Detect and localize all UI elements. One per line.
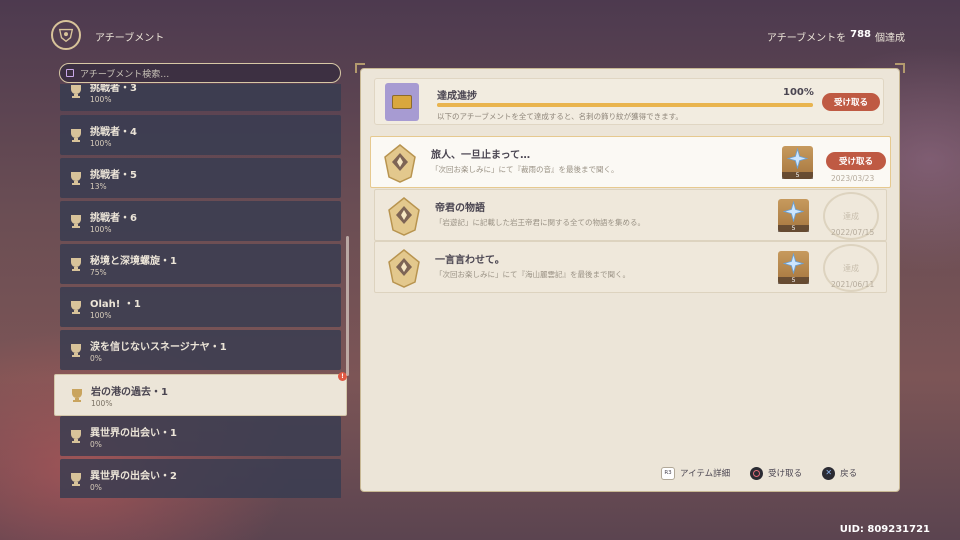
category-percent: 100% bbox=[91, 399, 113, 408]
category-percent: 100% bbox=[90, 311, 112, 320]
achievement-name: 帝君の物語 bbox=[435, 203, 485, 214]
trophy-icon bbox=[66, 469, 86, 489]
completion-progress-card: 達成進捗 100% 以下のアチーブメントを全て達成すると、名刺の飾り紋が獲得でき… bbox=[374, 78, 884, 125]
primogem-reward: 5 bbox=[778, 251, 809, 284]
trophy-icon bbox=[66, 254, 86, 274]
item-detail-label: アイテム詳細 bbox=[680, 469, 731, 479]
progress-bar-fill bbox=[437, 103, 813, 107]
primogem-icon bbox=[783, 201, 804, 222]
category-item[interactable]: 異世界の出会い・2 0% bbox=[60, 459, 341, 498]
reward-count: 5 bbox=[782, 172, 813, 179]
progress-percent: 100% bbox=[783, 87, 814, 98]
category-item[interactable]: 挑戦者・3 100% bbox=[60, 84, 341, 111]
category-item[interactable]: 挑戦者・6 100% bbox=[60, 201, 341, 241]
category-name: 挑戦者・3 bbox=[90, 84, 137, 94]
cross-button-icon: ✕ bbox=[822, 466, 836, 480]
achievement-name: 一言言わせて。 bbox=[435, 255, 505, 266]
category-item[interactable]: 異世界の出会い・1 0% bbox=[60, 416, 341, 456]
category-item[interactable]: 秘境と深境螺旋・1 75% bbox=[60, 244, 341, 284]
back-prompt[interactable]: ✕ 戻る bbox=[822, 466, 858, 480]
achievement-date: 2022/07/15 bbox=[831, 228, 875, 237]
page-title: アチーブメント bbox=[95, 33, 165, 44]
search-input[interactable]: アチーブメント検索… bbox=[59, 63, 341, 83]
category-name: 挑戦者・6 bbox=[90, 213, 137, 224]
trophy-icon bbox=[67, 385, 87, 405]
medal-icon bbox=[384, 144, 416, 183]
category-item[interactable]: 挑戦者・4 100% bbox=[60, 115, 341, 155]
category-name: 秘境と深境螺旋・1 bbox=[90, 256, 177, 267]
trophy-icon bbox=[66, 168, 86, 188]
claim-prompt[interactable]: 受け取る bbox=[750, 466, 803, 480]
category-name: 異世界の出会い・1 bbox=[90, 428, 177, 439]
achievement-date: 2023/03/23 bbox=[831, 174, 875, 183]
achievement-row[interactable]: 一言言わせて。 「次回お楽しみに」にて『海山麗雲記』を最後まで聞く。 5 達成 … bbox=[374, 241, 887, 293]
achievement-description: 「次回お楽しみに」にて『海山麗雲記』を最後まで聞く。 bbox=[435, 270, 630, 279]
category-name: 挑戦者・4 bbox=[90, 127, 137, 138]
category-item[interactable]: 挑戦者・5 13% bbox=[60, 158, 341, 198]
category-item-selected[interactable]: 岩の港の過去・1 100% ! bbox=[54, 372, 347, 416]
search-icon bbox=[66, 69, 74, 77]
progress-title: 達成進捗 bbox=[437, 91, 477, 102]
trophy-icon bbox=[66, 211, 86, 231]
medal-icon bbox=[388, 249, 420, 288]
category-percent: 100% bbox=[90, 95, 112, 104]
trophy-icon bbox=[66, 297, 86, 317]
claim-namecard-button[interactable]: 受け取る bbox=[822, 93, 880, 111]
primogem-reward: 5 bbox=[778, 199, 809, 232]
medal-icon bbox=[388, 197, 420, 236]
achievement-row[interactable]: 旅人、一旦止まって… 「次回お楽しみに」にて『裁雨の音』を最後まで聞く。 5 受… bbox=[370, 136, 891, 188]
achievement-count: アチーブメントを 788 個達成 bbox=[767, 29, 905, 44]
count-prefix: アチーブメントを bbox=[766, 33, 847, 44]
search-placeholder: アチーブメント検索… bbox=[80, 69, 170, 80]
primogem-icon bbox=[787, 148, 808, 169]
panel-corner bbox=[355, 63, 365, 73]
category-item[interactable]: 涙を信じないスネージナヤ・1 0% bbox=[60, 330, 341, 370]
panel-corner bbox=[895, 63, 905, 73]
category-percent: 75% bbox=[90, 268, 107, 277]
player-uid: UID: 809231721 bbox=[839, 524, 930, 535]
button-prompts: R3 アイテム詳細 受け取る ✕ 戻る bbox=[661, 463, 891, 483]
achievement-logo-icon bbox=[51, 20, 81, 50]
achievement-panel: 達成進捗 100% 以下のアチーブメントを全て達成すると、名刺の飾り紋が獲得でき… bbox=[355, 63, 905, 492]
category-name: 挑戦者・5 bbox=[90, 170, 137, 181]
achievement-description: 「岩遊記」に記載した岩王帝君に関する全ての物語を集める。 bbox=[435, 218, 645, 227]
progress-bar bbox=[437, 103, 813, 107]
top-bar: アチーブメント アチーブメントを 788 個達成 bbox=[0, 0, 960, 70]
reward-count: 5 bbox=[778, 277, 809, 284]
category-percent: 0% bbox=[90, 440, 102, 449]
progress-description: 以下のアチーブメントを全て達成すると、名刺の飾り紋が獲得できます。 bbox=[437, 112, 683, 121]
category-name: 岩の港の過去・1 bbox=[91, 387, 168, 398]
trophy-icon bbox=[66, 125, 86, 145]
trophy-icon bbox=[66, 84, 86, 101]
category-name: 異世界の出会い・2 bbox=[90, 471, 177, 482]
reward-count: 5 bbox=[778, 225, 809, 232]
category-percent: 100% bbox=[90, 225, 112, 234]
achievement-name: 旅人、一旦止まって… bbox=[431, 150, 531, 161]
count-suffix: 個達成 bbox=[875, 33, 905, 44]
category-item[interactable]: Olah! ・1 100% bbox=[60, 287, 341, 327]
r3-button-icon: R3 bbox=[661, 466, 675, 480]
category-name: Olah! ・1 bbox=[90, 299, 141, 310]
category-percent: 0% bbox=[90, 354, 102, 363]
trophy-icon bbox=[66, 426, 86, 446]
back-prompt-label: 戻る bbox=[840, 469, 858, 479]
achievement-description: 「次回お楽しみに」にて『裁雨の音』を最後まで聞く。 bbox=[431, 165, 619, 174]
circle-button-icon bbox=[750, 466, 764, 480]
primogem-reward: 5 bbox=[782, 146, 813, 179]
count-value: 788 bbox=[850, 29, 871, 40]
claim-prompt-label: 受け取る bbox=[768, 469, 803, 479]
namecard-icon bbox=[385, 83, 419, 121]
trophy-icon bbox=[66, 340, 86, 360]
achievement-date: 2021/06/11 bbox=[831, 280, 875, 289]
category-scrollbar[interactable] bbox=[346, 236, 349, 376]
achievement-row[interactable]: 帝君の物語 「岩遊記」に記載した岩王帝君に関する全ての物語を集める。 5 達成 … bbox=[374, 189, 887, 241]
category-percent: 0% bbox=[90, 483, 102, 492]
category-name: 涙を信じないスネージナヤ・1 bbox=[90, 342, 227, 353]
item-detail-prompt[interactable]: R3 アイテム詳細 bbox=[661, 466, 731, 480]
primogem-icon bbox=[783, 253, 804, 274]
category-list[interactable]: 挑戦者・3 100% 挑戦者・4 100% 挑戦者・5 13% 挑戦者・6 10… bbox=[60, 84, 341, 498]
category-percent: 100% bbox=[90, 139, 112, 148]
claim-reward-button[interactable]: 受け取る bbox=[826, 152, 886, 170]
category-percent: 13% bbox=[90, 182, 107, 191]
